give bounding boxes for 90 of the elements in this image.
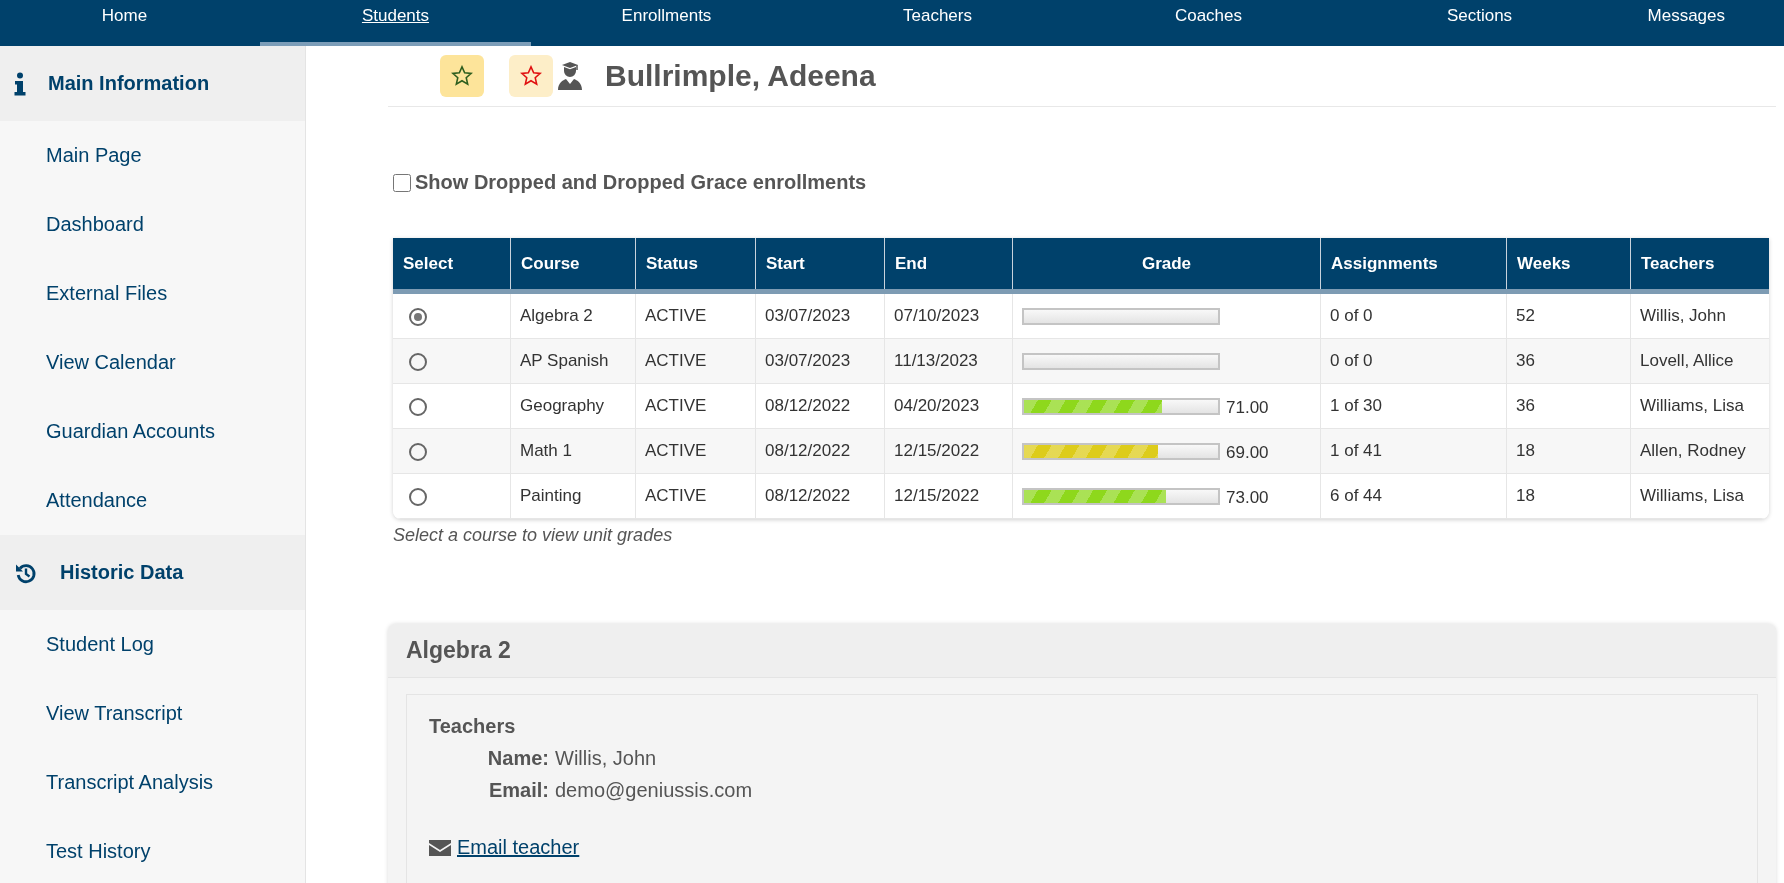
sidebar-link[interactable]: Dashboard	[0, 190, 305, 259]
table-cell: 0 of 0	[1320, 291, 1507, 339]
table-cell: 36	[1506, 383, 1631, 429]
column-header: Start	[755, 238, 885, 292]
grade-value: 71.00	[1226, 397, 1269, 418]
table-cell: Lovell, Allice	[1630, 338, 1769, 384]
nav-tab[interactable]: Sections	[1344, 0, 1615, 46]
show-dropped-checkbox[interactable]	[393, 173, 411, 192]
nav-tab[interactable]: Messages	[1615, 0, 1725, 46]
field-label: Email:	[487, 778, 549, 802]
checkbox-label: Show Dropped and Dropped Grace enrollments	[415, 171, 867, 194]
table-cell: 1 of 41	[1320, 428, 1507, 474]
table-cell: 12/15/2022	[884, 428, 1013, 474]
table-cell: Williams, Lisa	[1630, 473, 1769, 519]
table-cell: 6 of 44	[1320, 473, 1507, 519]
table-cell: ACTIVE	[635, 383, 756, 429]
table-cell: Algebra 2	[510, 291, 636, 339]
field-value: Willis, John	[555, 746, 657, 770]
table-cell: 18	[1506, 428, 1631, 474]
table-cell: ACTIVE	[635, 338, 756, 384]
table-cell: 08/12/2022	[755, 383, 885, 429]
column-header: Select	[393, 238, 511, 292]
nav-tab[interactable]: Teachers	[802, 0, 1073, 46]
table-cell: 12/15/2022	[884, 473, 1013, 519]
column-header: Weeks	[1506, 238, 1631, 292]
flag-star-button[interactable]	[509, 55, 553, 97]
select-radio[interactable]	[409, 487, 427, 506]
sidebar-link[interactable]: External Files	[0, 259, 305, 328]
graduate-icon	[557, 62, 583, 90]
grade-value: 73.00	[1226, 487, 1269, 508]
section-heading: Teachers	[429, 715, 517, 738]
select-radio[interactable]	[409, 307, 427, 326]
panel-title: Algebra 2	[388, 624, 1776, 678]
nav-tab[interactable]: Coaches	[1073, 0, 1344, 46]
table-cell: 07/10/2023	[884, 291, 1013, 339]
column-header: Grade	[1012, 238, 1321, 292]
section-title: Main Information	[48, 72, 210, 95]
table-cell: 36	[1506, 338, 1631, 384]
sidebar-link[interactable]: Attendance	[0, 466, 305, 535]
sidebar-link[interactable]: Guardian Accounts	[0, 397, 305, 466]
favorite-star-button[interactable]	[440, 55, 484, 97]
column-header: Course	[510, 238, 636, 292]
select-radio[interactable]	[409, 442, 427, 461]
section-title: Historic Data	[60, 561, 184, 584]
column-header: Teachers	[1630, 238, 1769, 292]
table-cell: 04/20/2023	[884, 383, 1013, 429]
table-cell: Allen, Rodney	[1630, 428, 1769, 474]
sidebar-link[interactable]: Test History	[0, 817, 305, 883]
table-cell: 1 of 30	[1320, 383, 1507, 429]
select-radio[interactable]	[409, 397, 427, 416]
star-icon	[520, 65, 542, 87]
table-cell: 03/07/2023	[755, 291, 885, 339]
sidebar-link[interactable]: View Transcript	[0, 679, 305, 748]
table-cell: ACTIVE	[635, 428, 756, 474]
envelope-icon	[429, 839, 451, 856]
star-icon	[451, 65, 473, 87]
grade-value: 69.00	[1226, 442, 1269, 463]
field-label: Name:	[486, 746, 549, 770]
sidebar-link[interactable]: Student Log	[0, 610, 305, 679]
table-cell: Willis, John	[1630, 291, 1769, 339]
table-cell: 08/12/2022	[755, 428, 885, 474]
field-value: demo@geniussis.com	[555, 778, 753, 802]
table-cell: Math 1	[510, 428, 636, 474]
table-hint: Select a course to view unit grades	[393, 525, 674, 546]
table-cell: ACTIVE	[635, 473, 756, 519]
table-cell: Williams, Lisa	[1630, 383, 1769, 429]
email-teacher-link[interactable]: Email teacher	[457, 836, 580, 859]
table-cell: 0 of 0	[1320, 338, 1507, 384]
nav-tab[interactable]: Enrollments	[531, 0, 802, 46]
table-cell: AP Spanish	[510, 338, 636, 384]
column-header: Assignments	[1320, 238, 1507, 292]
table-cell: 08/12/2022	[755, 473, 885, 519]
table-cell: Geography	[510, 383, 636, 429]
info-icon	[14, 71, 26, 96]
sidebar-section-header[interactable]: Historic Data	[0, 535, 305, 610]
sidebar-link[interactable]: Transcript Analysis	[0, 748, 305, 817]
column-header: End	[884, 238, 1013, 292]
sidebar-link[interactable]: Main Page	[0, 121, 305, 190]
column-header: Status	[635, 238, 756, 292]
table-cell: ACTIVE	[635, 291, 756, 339]
table-cell: Painting	[510, 473, 636, 519]
table-cell: 52	[1506, 291, 1631, 339]
table-cell: 11/13/2023	[884, 338, 1013, 384]
student-name: Bullrimple, Adeena	[605, 59, 876, 93]
select-radio[interactable]	[409, 352, 427, 371]
table-cell: 18	[1506, 473, 1631, 519]
sidebar-link[interactable]: View Calendar	[0, 328, 305, 397]
sidebar-section-header[interactable]: Main Information	[0, 46, 305, 121]
table-cell: 03/07/2023	[755, 338, 885, 384]
nav-tab[interactable]: Home	[0, 0, 260, 46]
